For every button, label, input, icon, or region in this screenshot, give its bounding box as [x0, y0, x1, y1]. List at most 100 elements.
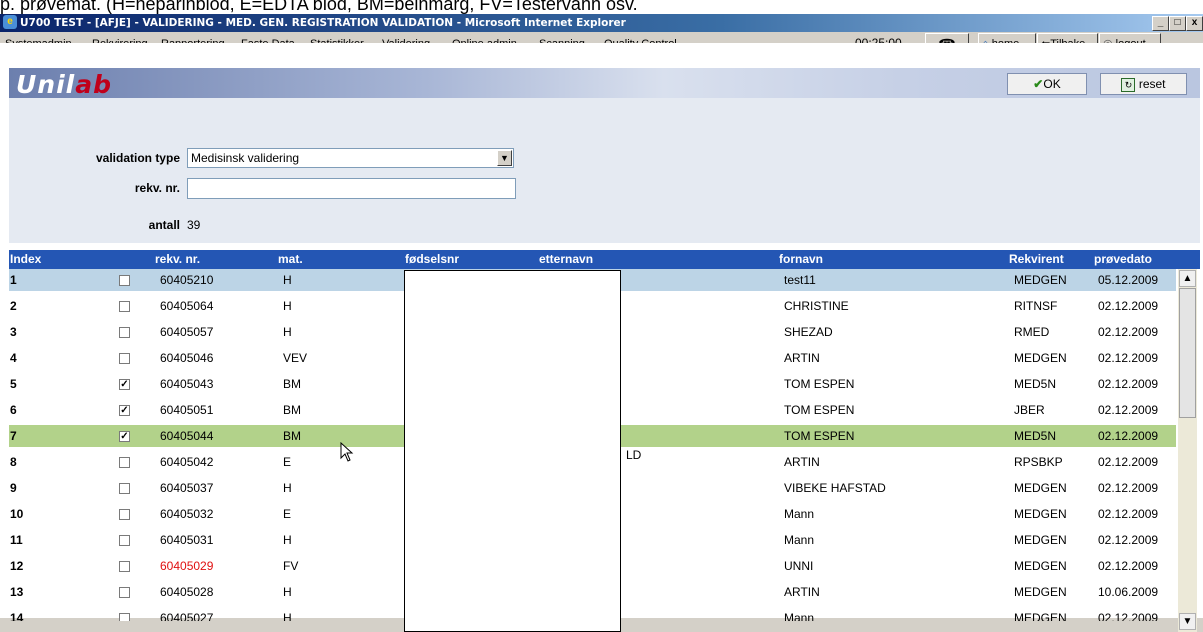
- mat-cell: H: [283, 585, 292, 599]
- row-checkbox[interactable]: [119, 275, 130, 286]
- row-checkbox[interactable]: [119, 509, 130, 520]
- provedato-cell: 02.12.2009: [1098, 429, 1159, 443]
- col-provedato[interactable]: prøvedato: [1094, 250, 1152, 269]
- vertical-scrollbar[interactable]: ▲ ▼: [1178, 269, 1197, 632]
- validation-type-label: validation type: [95, 151, 180, 165]
- rekvirent-cell: RITNSF: [1014, 299, 1058, 313]
- row-checkbox[interactable]: [119, 535, 130, 546]
- provedato-cell: 02.12.2009: [1098, 377, 1159, 391]
- row-checkbox[interactable]: [119, 353, 130, 364]
- logo-ab: ab: [75, 70, 113, 99]
- mat-cell: E: [283, 455, 292, 469]
- checkmark-icon: ✔: [1033, 77, 1044, 91]
- rekv-nr-cell: 60405044: [160, 429, 214, 443]
- provedato-cell: 02.12.2009: [1098, 403, 1159, 417]
- mat-cell: H: [283, 533, 292, 547]
- provedato-cell: 02.12.2009: [1098, 325, 1159, 339]
- col-fornavn[interactable]: fornavn: [779, 250, 823, 269]
- logo-text: Unil: [16, 70, 76, 99]
- row-checkbox[interactable]: [119, 301, 130, 312]
- row-checkbox[interactable]: ✓: [119, 405, 130, 416]
- row-checkbox[interactable]: ✓: [119, 431, 130, 442]
- close-button[interactable]: x: [1186, 16, 1203, 31]
- row-checkbox[interactable]: [119, 483, 130, 494]
- row-index: 6: [10, 403, 17, 417]
- ok-button[interactable]: ✔OK: [1007, 73, 1087, 95]
- rekvirent-cell: RPSBKP: [1014, 455, 1063, 469]
- row-checkbox[interactable]: [119, 327, 130, 338]
- col-rekvirent[interactable]: Rekvirent: [1009, 250, 1064, 269]
- rekv-nr-cell: 60405029: [160, 559, 214, 573]
- row-checkbox[interactable]: [119, 613, 130, 621]
- scroll-thumb[interactable]: [1179, 288, 1196, 418]
- col-mat[interactable]: mat.: [278, 250, 303, 269]
- title-bar: e U700 TEST - [AFJE] - VALIDERING - MED.…: [0, 14, 1203, 32]
- col-etternavn[interactable]: etternavn: [539, 250, 593, 269]
- document-caption: p. prøvemat. (H=heparinblod, E=EDTA blod…: [0, 0, 638, 14]
- rekvirent-cell: MED5N: [1014, 429, 1057, 443]
- mat-cell: BM: [283, 377, 301, 391]
- fornavn-cell: UNNI: [784, 559, 814, 573]
- rekv-nr-cell: 60405210: [160, 273, 214, 287]
- provedato-cell: 02.12.2009: [1098, 611, 1159, 621]
- row-checkbox[interactable]: [119, 457, 130, 468]
- scroll-up-icon[interactable]: ▲: [1179, 270, 1196, 287]
- rekv-nr-cell: 60405028: [160, 585, 214, 599]
- mat-cell: E: [283, 507, 292, 521]
- row-index: 1: [10, 273, 17, 287]
- rekv-nr-label: rekv. nr.: [134, 181, 180, 195]
- provedato-cell: 02.12.2009: [1098, 351, 1159, 365]
- provedato-cell: 02.12.2009: [1098, 507, 1159, 521]
- row-checkbox[interactable]: [119, 561, 130, 572]
- fornavn-cell: ARTIN: [784, 585, 820, 599]
- mat-cell: BM: [283, 403, 301, 417]
- mouse-cursor-icon: [340, 442, 354, 462]
- col-fodselsnr[interactable]: fødselsnr: [405, 250, 459, 269]
- mat-cell: H: [283, 481, 292, 495]
- provedato-cell: 02.12.2009: [1098, 299, 1159, 313]
- rekv-nr-cell: 60405064: [160, 299, 214, 313]
- row-checkbox[interactable]: ✓: [119, 379, 130, 390]
- fornavn-cell: TOM ESPEN: [784, 377, 855, 391]
- mat-cell: H: [283, 611, 292, 621]
- fornavn-cell: ARTIN: [784, 455, 820, 469]
- row-checkbox[interactable]: [119, 587, 130, 598]
- mat-cell: VEV: [283, 351, 308, 365]
- row-index: 14: [10, 611, 24, 621]
- row-index: 10: [10, 507, 24, 521]
- rekv-nr-input[interactable]: [187, 178, 516, 199]
- row-index: 8: [10, 455, 17, 469]
- col-index[interactable]: Index: [10, 250, 41, 269]
- rekvirent-cell: MEDGEN: [1014, 351, 1067, 365]
- row-index: 13: [10, 585, 24, 599]
- mat-cell: BM: [283, 429, 301, 443]
- reset-button[interactable]: ↻ reset: [1100, 73, 1187, 95]
- fornavn-cell: Mann: [784, 507, 815, 521]
- rekvirent-cell: MEDGEN: [1014, 559, 1067, 573]
- row-index: 2: [10, 299, 17, 313]
- maximize-button[interactable]: □: [1169, 16, 1186, 31]
- table-header: Index rekv. nr. mat. fødselsnr etternavn…: [9, 250, 1200, 269]
- etternavn-fragment: LD: [626, 448, 642, 462]
- reset-icon: ↻: [1121, 77, 1136, 92]
- rekvirent-cell: RMED: [1014, 325, 1050, 339]
- fornavn-cell: SHEZAD: [784, 325, 833, 339]
- ie-icon: e: [3, 15, 17, 29]
- fornavn-cell: TOM ESPEN: [784, 429, 855, 443]
- col-rekv-nr[interactable]: rekv. nr.: [155, 250, 200, 269]
- provedato-cell: 02.12.2009: [1098, 559, 1159, 573]
- fornavn-cell: VIBEKE HAFSTAD: [784, 481, 886, 495]
- chevron-down-icon[interactable]: ▼: [497, 150, 512, 166]
- reset-label: reset: [1138, 77, 1166, 91]
- rekv-nr-cell: 60405042: [160, 455, 214, 469]
- rekvirent-cell: MEDGEN: [1014, 507, 1067, 521]
- row-index: 4: [10, 351, 17, 365]
- fornavn-cell: test11: [784, 273, 816, 287]
- minimize-button[interactable]: _: [1152, 16, 1169, 31]
- scroll-down-icon[interactable]: ▼: [1179, 613, 1196, 630]
- fornavn-cell: Mann: [784, 533, 815, 547]
- rekv-nr-cell: 60405037: [160, 481, 214, 495]
- provedato-cell: 02.12.2009: [1098, 455, 1159, 469]
- rekv-nr-cell: 60405031: [160, 533, 214, 547]
- validation-type-select[interactable]: Medisinsk validering ▼: [187, 148, 514, 168]
